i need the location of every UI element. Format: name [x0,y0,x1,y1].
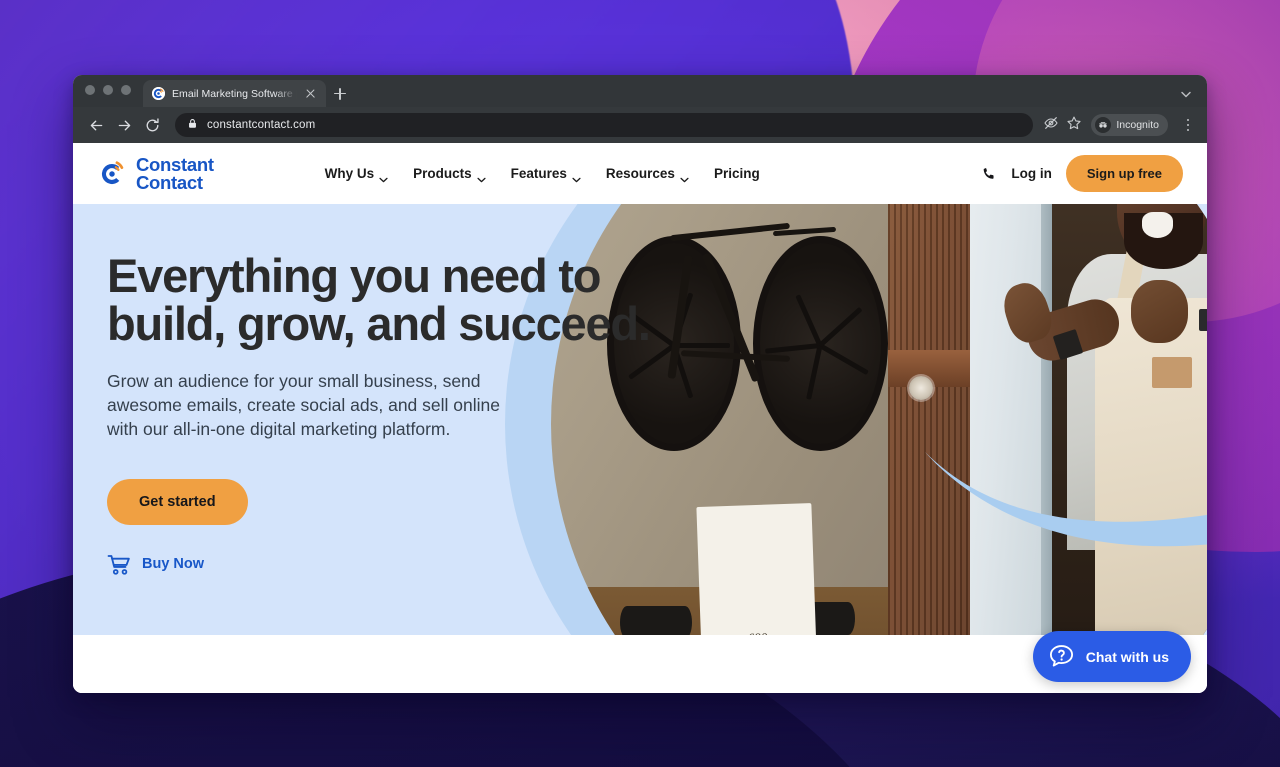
wristwatch [1198,309,1207,332]
apron-leather-patch [1152,357,1192,389]
toolbar-icons: Incognito [1043,114,1197,136]
logo-word-line2: Contact [136,171,203,193]
nav-item-products[interactable]: Products [413,166,486,182]
main-navigation: Why Us Products Features Resources Prici… [324,166,760,182]
back-button[interactable] [83,112,109,138]
minimize-window-button[interactable] [103,85,113,95]
phone-icon[interactable] [981,166,997,182]
header-actions: Log in Sign up free [981,155,1183,192]
constant-contact-favicon-icon [152,87,165,100]
browser-tab-title: Email Marketing Software | Co [172,87,297,100]
lock-icon [187,116,198,134]
shopping-cart-icon [107,554,131,575]
chat-widget-label: Chat with us [1085,648,1169,665]
chevron-down-icon [477,171,486,182]
login-link[interactable]: Log in [1011,166,1052,181]
chat-widget[interactable]: Chat with us [1032,631,1191,682]
buy-now-link[interactable]: Buy Now [107,554,667,575]
chat-question-icon [1048,643,1075,670]
buy-now-label: Buy Now [142,556,205,573]
browser-tab[interactable]: Email Marketing Software | Co [143,80,326,107]
close-window-button[interactable] [85,85,95,95]
nav-item-features[interactable]: Features [510,166,581,182]
forward-button[interactable] [111,112,137,138]
chevron-down-icon [379,171,388,182]
kebab-dot [1186,123,1190,127]
nav-label: Features [510,166,567,181]
nav-label: Pricing [713,166,760,181]
incognito-indicator[interactable]: Incognito [1091,114,1168,136]
address-bar-url: constantcontact.com [207,119,316,131]
kebab-dot [1186,128,1190,132]
shop-owner-smile [1141,212,1174,238]
reload-button[interactable] [139,112,165,138]
constant-contact-logo-icon [97,159,127,189]
signup-free-button[interactable]: Sign up free [1065,155,1183,192]
shop-owner-apron [1095,298,1207,644]
kebab-dot [1186,118,1190,122]
nav-label: Resources [605,166,675,181]
get-started-button[interactable]: Get started [107,478,248,525]
browser-tab-strip: Email Marketing Software | Co [73,75,1207,107]
logo-word-line1: Constant [136,153,214,175]
nav-label: Products [413,166,472,181]
address-bar[interactable]: constantcontact.com [175,113,1034,137]
incognito-avatar-icon [1095,117,1112,133]
browser-toolbar: constantcontact.com Incognito [73,107,1207,143]
close-tab-icon[interactable] [304,87,318,101]
bike-price-tag: 690 [696,503,821,644]
maximize-window-button[interactable] [121,85,131,95]
pillar-rosette-ornament [909,375,933,400]
nav-item-resources[interactable]: Resources [605,166,689,182]
hero-heading-line2: build, grow, and succeed. [107,296,651,350]
nav-item-why-us[interactable]: Why Us [324,166,389,182]
browser-menu-button[interactable] [1179,114,1197,136]
new-tab-button[interactable] [326,80,354,107]
hero-heading-line1: Everything you need to [107,249,601,302]
chevron-down-icon [680,171,689,182]
hero-paragraph: Grow an audience for your small business… [107,370,500,439]
nav-label: Why Us [324,166,375,181]
shop-owner-hand-on-chest [1130,279,1189,343]
site-header: Constant Contact Why Us Products Feature… [73,143,1207,204]
tab-search-chevron-down-icon[interactable] [1179,87,1193,101]
browser-window: Email Marketing Software | Co [73,75,1207,693]
bike-wheel-front [752,235,888,451]
hero-section: 690 Everything you need to build, grow, … [73,204,1207,644]
window-controls [85,75,131,107]
nav-item-pricing[interactable]: Pricing [714,166,760,181]
hero-content: Everything you need to build, grow, and … [107,252,667,575]
bookmark-star-icon[interactable] [1066,115,1082,136]
incognito-label: Incognito [1116,119,1159,131]
hero-heading: Everything you need to build, grow, and … [107,252,667,348]
eye-off-icon[interactable] [1043,115,1059,136]
web-page: Constant Contact Why Us Products Feature… [73,143,1207,693]
chevron-down-icon [572,171,581,182]
site-logo-wordmark: Constant Contact [136,153,214,193]
site-logo[interactable]: Constant Contact [97,153,214,193]
shop-door-frame [969,204,1049,644]
